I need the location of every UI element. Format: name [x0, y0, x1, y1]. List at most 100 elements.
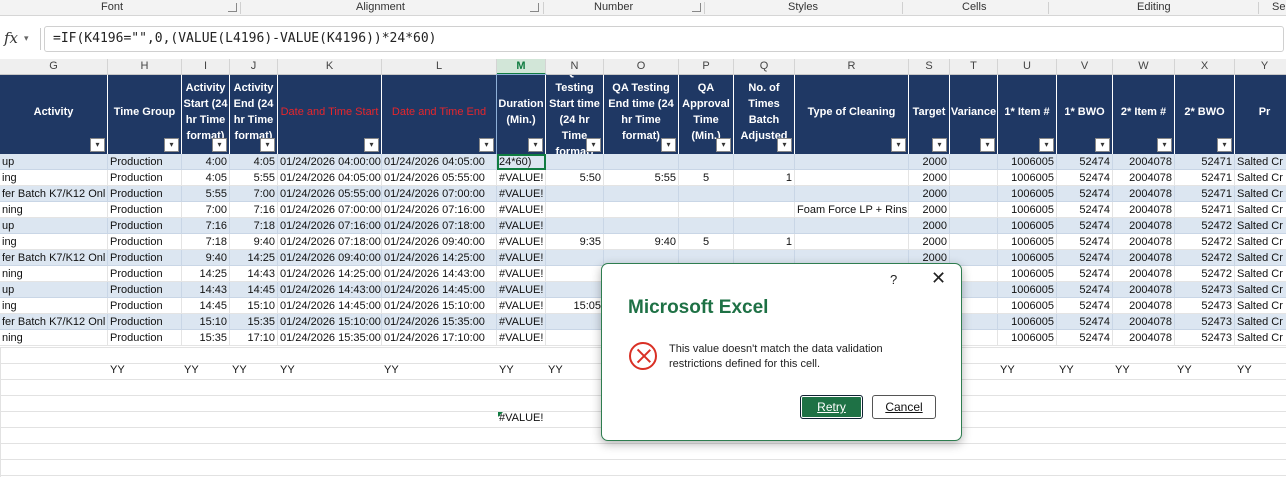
- cell-w[interactable]: 2004078: [1113, 282, 1175, 298]
- cell-q[interactable]: [734, 154, 795, 170]
- alignment-dialog-launcher-icon[interactable]: [530, 3, 539, 12]
- cell-j[interactable]: 4:05: [230, 154, 278, 170]
- cell-h[interactable]: Production: [108, 170, 182, 186]
- cell-s[interactable]: 2000: [909, 154, 950, 170]
- cell-t[interactable]: [950, 234, 998, 250]
- column-letter-h[interactable]: H: [108, 59, 182, 75]
- cell-n[interactable]: [546, 154, 604, 170]
- cell-g[interactable]: ning: [0, 266, 108, 282]
- cell-i[interactable]: 5:55: [182, 186, 230, 202]
- yy-cell-j[interactable]: YY: [232, 364, 247, 376]
- cell-g[interactable]: up: [0, 282, 108, 298]
- column-letter-r[interactable]: R: [795, 59, 909, 75]
- cell-k[interactable]: 01/24/2026 05:55:00: [278, 186, 382, 202]
- cell-y[interactable]: Salted Cr: [1235, 154, 1286, 170]
- cell-t[interactable]: [950, 186, 998, 202]
- cell-q[interactable]: 1: [734, 234, 795, 250]
- cell-l[interactable]: 01/24/2026 07:00:00: [382, 186, 497, 202]
- cell-w[interactable]: 2004078: [1113, 250, 1175, 266]
- cell-q[interactable]: [734, 218, 795, 234]
- cell-l[interactable]: 01/24/2026 14:45:00: [382, 282, 497, 298]
- cell-t[interactable]: [950, 154, 998, 170]
- cell-u[interactable]: 1006005: [998, 218, 1057, 234]
- column-letter-x[interactable]: X: [1175, 59, 1235, 75]
- filter-dropdown-icon[interactable]: ▾: [932, 138, 947, 152]
- cell-x[interactable]: 52473: [1175, 330, 1235, 346]
- cell-j[interactable]: 7:00: [230, 186, 278, 202]
- cell-l[interactable]: 01/24/2026 05:55:00: [382, 170, 497, 186]
- cell-v[interactable]: 52474: [1057, 282, 1113, 298]
- cell-u[interactable]: 1006005: [998, 282, 1057, 298]
- cell-n[interactable]: [546, 330, 604, 346]
- filter-dropdown-icon[interactable]: ▾: [980, 138, 995, 152]
- cell-h[interactable]: Production: [108, 154, 182, 170]
- cell-m[interactable]: #VALUE!: [497, 250, 546, 266]
- cell-k[interactable]: 01/24/2026 09:40:00: [278, 250, 382, 266]
- cell-r[interactable]: [795, 186, 909, 202]
- cell-w[interactable]: 2004078: [1113, 154, 1175, 170]
- cell-o[interactable]: 9:40: [604, 234, 679, 250]
- cell-x[interactable]: 52472: [1175, 218, 1235, 234]
- cell-h[interactable]: Production: [108, 234, 182, 250]
- cell-w[interactable]: 2004078: [1113, 266, 1175, 282]
- cell-j[interactable]: 15:10: [230, 298, 278, 314]
- cell-p[interactable]: [679, 202, 734, 218]
- cell-g[interactable]: ing: [0, 298, 108, 314]
- cell-n[interactable]: [546, 186, 604, 202]
- cell-l[interactable]: 01/24/2026 14:25:00: [382, 250, 497, 266]
- cell-k[interactable]: 01/24/2026 07:18:00: [278, 234, 382, 250]
- cell-k[interactable]: 01/24/2026 14:45:00: [278, 298, 382, 314]
- cell-l[interactable]: 01/24/2026 07:16:00: [382, 202, 497, 218]
- cell-m[interactable]: #VALUE!: [497, 314, 546, 330]
- cell-l[interactable]: 01/24/2026 15:10:00: [382, 298, 497, 314]
- cell-g[interactable]: fer Batch K7/K12 Onl: [0, 250, 108, 266]
- cell-s[interactable]: 2000: [909, 170, 950, 186]
- cell-i[interactable]: 4:05: [182, 170, 230, 186]
- cell-u[interactable]: 1006005: [998, 314, 1057, 330]
- cell-x[interactable]: 52471: [1175, 170, 1235, 186]
- cell-y[interactable]: Salted Cr: [1235, 266, 1286, 282]
- cell-j[interactable]: 14:43: [230, 266, 278, 282]
- column-letter-g[interactable]: G: [0, 59, 108, 75]
- cell-h[interactable]: Production: [108, 330, 182, 346]
- cell-k[interactable]: 01/24/2026 04:00:00: [278, 154, 382, 170]
- cell-q[interactable]: [734, 202, 795, 218]
- cell-h[interactable]: Production: [108, 314, 182, 330]
- cell-p[interactable]: 5: [679, 234, 734, 250]
- cell-x[interactable]: 52472: [1175, 266, 1235, 282]
- chevron-down-icon[interactable]: ▾: [24, 33, 29, 44]
- filter-dropdown-icon[interactable]: ▾: [260, 138, 275, 152]
- cell-y[interactable]: Salted Cr: [1235, 170, 1286, 186]
- cell-h[interactable]: Production: [108, 250, 182, 266]
- column-letter-p[interactable]: P: [679, 59, 734, 75]
- cell-x[interactable]: 52473: [1175, 298, 1235, 314]
- column-letter-o[interactable]: O: [604, 59, 679, 75]
- cell-k[interactable]: 01/24/2026 15:10:00: [278, 314, 382, 330]
- cell-m[interactable]: #VALUE!: [497, 218, 546, 234]
- cell-j[interactable]: 14:25: [230, 250, 278, 266]
- cell-y[interactable]: Salted Cr: [1235, 314, 1286, 330]
- cell-m[interactable]: #VALUE!: [497, 170, 546, 186]
- cell-n[interactable]: [546, 250, 604, 266]
- cell-k[interactable]: 01/24/2026 14:43:00: [278, 282, 382, 298]
- cell-t[interactable]: [950, 170, 998, 186]
- cell-o[interactable]: [604, 186, 679, 202]
- cell-x[interactable]: 52473: [1175, 314, 1235, 330]
- cell-m[interactable]: #VALUE!: [497, 330, 546, 346]
- cell-w[interactable]: 2004078: [1113, 186, 1175, 202]
- cell-n[interactable]: [546, 314, 604, 330]
- cell-u[interactable]: 1006005: [998, 266, 1057, 282]
- cell-t[interactable]: [950, 218, 998, 234]
- cell-j[interactable]: 17:10: [230, 330, 278, 346]
- cell-l[interactable]: 01/24/2026 04:05:00: [382, 154, 497, 170]
- yy-cell-u[interactable]: YY: [1000, 364, 1015, 376]
- cell-u[interactable]: 1006005: [998, 202, 1057, 218]
- cell-k[interactable]: 01/24/2026 15:35:00: [278, 330, 382, 346]
- cell-l[interactable]: 01/24/2026 15:35:00: [382, 314, 497, 330]
- cell-r[interactable]: [795, 170, 909, 186]
- cell-s[interactable]: 2000: [909, 202, 950, 218]
- cell-m[interactable]: #VALUE!: [497, 234, 546, 250]
- cell-p[interactable]: [679, 218, 734, 234]
- filter-dropdown-icon[interactable]: ▾: [90, 138, 105, 152]
- filter-dropdown-icon[interactable]: ▾: [716, 138, 731, 152]
